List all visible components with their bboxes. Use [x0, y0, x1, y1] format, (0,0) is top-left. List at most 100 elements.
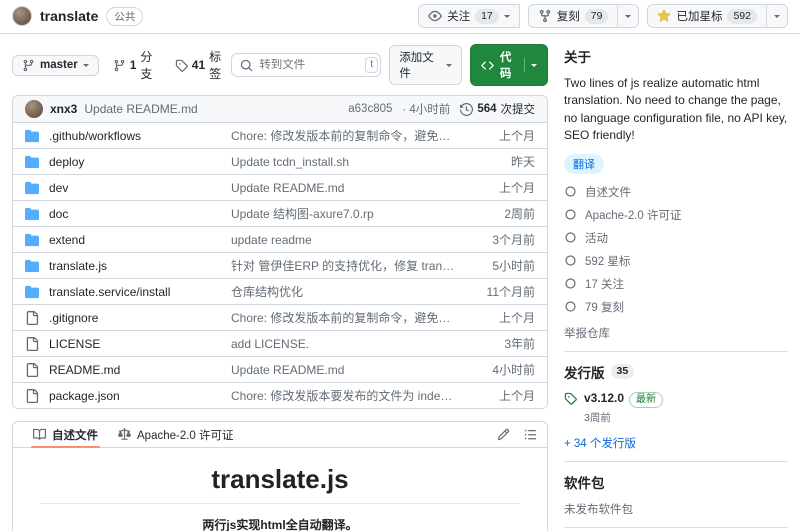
file-name[interactable]: LICENSE	[49, 337, 100, 351]
table-row[interactable]: doc Update 结构图-axure7.0.rp 2周前	[13, 200, 547, 226]
file-commit-time: 上个月	[498, 181, 535, 195]
file-commit-message[interactable]: Update 结构图-axure7.0.rp	[231, 205, 455, 222]
file-commit-time: 5小时前	[492, 259, 535, 273]
repo-toolbar: master 1 分支 41 标签 t	[12, 44, 548, 86]
branches-link[interactable]: 1 分支	[113, 48, 163, 82]
file-commit-message[interactable]: Update README.md	[231, 181, 455, 195]
sidebar-meta-item[interactable]: 592 星标	[564, 253, 788, 269]
owner-avatar[interactable]	[12, 6, 32, 26]
topic-tag[interactable]: 翻译	[564, 153, 604, 174]
search-input[interactable]	[259, 59, 360, 71]
meta-label: 17 关注	[585, 278, 624, 291]
file-commit-message[interactable]: Update README.md	[231, 363, 455, 377]
file-name[interactable]: deploy	[49, 155, 84, 169]
file-commit-time: 2周前	[504, 207, 535, 221]
star-dropdown-button[interactable]	[767, 4, 788, 28]
latest-release[interactable]: v3.12.0 最新 3周前	[564, 391, 788, 425]
file-name[interactable]: README.md	[49, 363, 120, 377]
tags-count: 41	[191, 58, 206, 72]
file-name[interactable]: package.json	[49, 389, 120, 403]
tab-readme-label: 自述文件	[52, 429, 98, 442]
table-row[interactable]: dev Update README.md 上个月	[13, 174, 547, 200]
releases-title[interactable]: 发行版	[564, 362, 605, 382]
commit-author-avatar[interactable]	[25, 100, 43, 118]
release-time: 3周前	[584, 411, 611, 424]
book-icon	[33, 428, 46, 441]
branch-name: master	[40, 59, 78, 71]
add-file-button[interactable]: 添加文件	[389, 45, 462, 85]
sidebar-meta-item[interactable]: 17 关注	[564, 276, 788, 292]
readme-card: 自述文件 Apache-2.0 许可证 translate.js 两行js实现h…	[12, 421, 548, 531]
chevron-down-icon	[503, 15, 510, 21]
file-commit-time: 上个月	[498, 311, 535, 325]
repo-name-link[interactable]: translate	[40, 8, 98, 24]
file-name[interactable]: dev	[49, 181, 68, 195]
tab-readme[interactable]: 自述文件	[23, 422, 108, 448]
table-row[interactable]: deploy Update tcdn_install.sh 昨天	[13, 148, 547, 174]
file-name[interactable]: extend	[49, 233, 85, 247]
commits-label: 次提交	[500, 104, 536, 116]
readme-tab-bar: 自述文件 Apache-2.0 许可证	[13, 422, 547, 448]
table-row[interactable]: .gitignore Chore: 修改发版本前的复制命令，避免文件名重复 上个…	[13, 304, 547, 330]
sidebar-meta-item[interactable]: 79 复刻	[564, 299, 788, 315]
releases-count: 35	[610, 364, 635, 380]
fork-dropdown-button[interactable]	[618, 4, 640, 28]
search-icon	[240, 59, 253, 72]
table-row[interactable]: package.json Chore: 修改发版本要发布的文件为 index.j…	[13, 382, 547, 408]
starred-button[interactable]: 已加星标 592	[647, 4, 767, 28]
fork-button[interactable]: 复刻 79	[527, 4, 619, 28]
pencil-icon[interactable]	[497, 428, 510, 441]
file-commit-message[interactable]: add LICENSE.	[231, 337, 455, 351]
table-row[interactable]: LICENSE add LICENSE. 3年前	[13, 330, 547, 356]
branch-selector-button[interactable]: master	[12, 54, 99, 76]
file-commit-time: 上个月	[498, 389, 535, 403]
file-icon	[25, 388, 39, 403]
file-commit-message[interactable]: Update tcdn_install.sh	[231, 155, 455, 169]
file-name[interactable]: .gitignore	[49, 311, 98, 325]
folder-icon	[25, 155, 39, 169]
commit-author[interactable]: xnx3	[50, 102, 77, 116]
file-name[interactable]: translate.service/install	[49, 285, 170, 299]
file-table: xnx3 Update README.md a63c805 · 4小时前 564…	[12, 95, 548, 409]
file-commit-message[interactable]: Chore: 修改发版本前的复制命令，避免文件名重复	[231, 309, 455, 326]
file-name[interactable]: doc	[49, 207, 68, 221]
table-row[interactable]: extend update readme 3个月前	[13, 226, 547, 252]
sidebar-meta-item[interactable]: Apache-2.0 许可证	[564, 207, 788, 223]
report-repository-link[interactable]: 举报仓库	[564, 325, 788, 341]
file-commit-message[interactable]: update readme	[231, 233, 455, 247]
search-key-hint: t	[365, 57, 379, 73]
outline-icon[interactable]	[524, 428, 537, 441]
code-button[interactable]: 代码	[469, 44, 548, 86]
watch-button[interactable]: 关注 17	[418, 4, 520, 28]
fork-count: 79	[584, 8, 609, 24]
tab-license[interactable]: Apache-2.0 许可证	[108, 422, 244, 447]
file-commit-time: 上个月	[498, 129, 535, 143]
table-row[interactable]: .github/workflows Chore: 修改发版本前的复制命令，避免文…	[13, 122, 547, 148]
tags-link[interactable]: 41 标签	[175, 48, 232, 82]
commit-history-link[interactable]: 564 次提交	[460, 101, 535, 117]
about-description: Two lines of js realize automatic html t…	[564, 76, 788, 143]
file-commit-message[interactable]: 针对 管伊佳ERP 的支持优化，修复 translate.selectLangu…	[231, 257, 455, 274]
tag-icon	[564, 392, 577, 405]
law-icon	[564, 208, 577, 221]
table-row[interactable]: README.md Update README.md 4小时前	[13, 356, 547, 382]
go-to-file-search[interactable]: t	[231, 53, 382, 77]
file-name[interactable]: .github/workflows	[49, 129, 141, 143]
folder-icon	[25, 129, 39, 143]
fork-button-group: 复刻 79	[527, 4, 640, 28]
commit-message[interactable]: Update README.md	[84, 102, 197, 116]
readme-tagline-1: 两行js实现html全自动翻译。	[202, 518, 358, 531]
file-commit-time: 3年前	[504, 337, 535, 351]
sidebar-meta-item[interactable]: 活动	[564, 230, 788, 246]
commit-hash[interactable]: a63c805	[348, 103, 392, 115]
file-commit-message[interactable]: 仓库结构优化	[231, 283, 455, 300]
file-name[interactable]: translate.js	[49, 259, 107, 273]
file-commit-time: 11个月前	[486, 285, 535, 299]
release-version[interactable]: v3.12.0	[584, 391, 624, 405]
file-commit-message[interactable]: Chore: 修改发版本要发布的文件为 index.js	[231, 387, 455, 404]
table-row[interactable]: translate.service/install 仓库结构优化 11个月前	[13, 278, 547, 304]
table-row[interactable]: translate.js 针对 管伊佳ERP 的支持优化，修复 translat…	[13, 252, 547, 278]
sidebar-meta-item[interactable]: 自述文件	[564, 184, 788, 200]
file-commit-message[interactable]: Chore: 修改发版本前的复制命令，避免文件名重复	[231, 127, 455, 144]
more-releases-link[interactable]: + 34 个发行版	[564, 435, 636, 451]
